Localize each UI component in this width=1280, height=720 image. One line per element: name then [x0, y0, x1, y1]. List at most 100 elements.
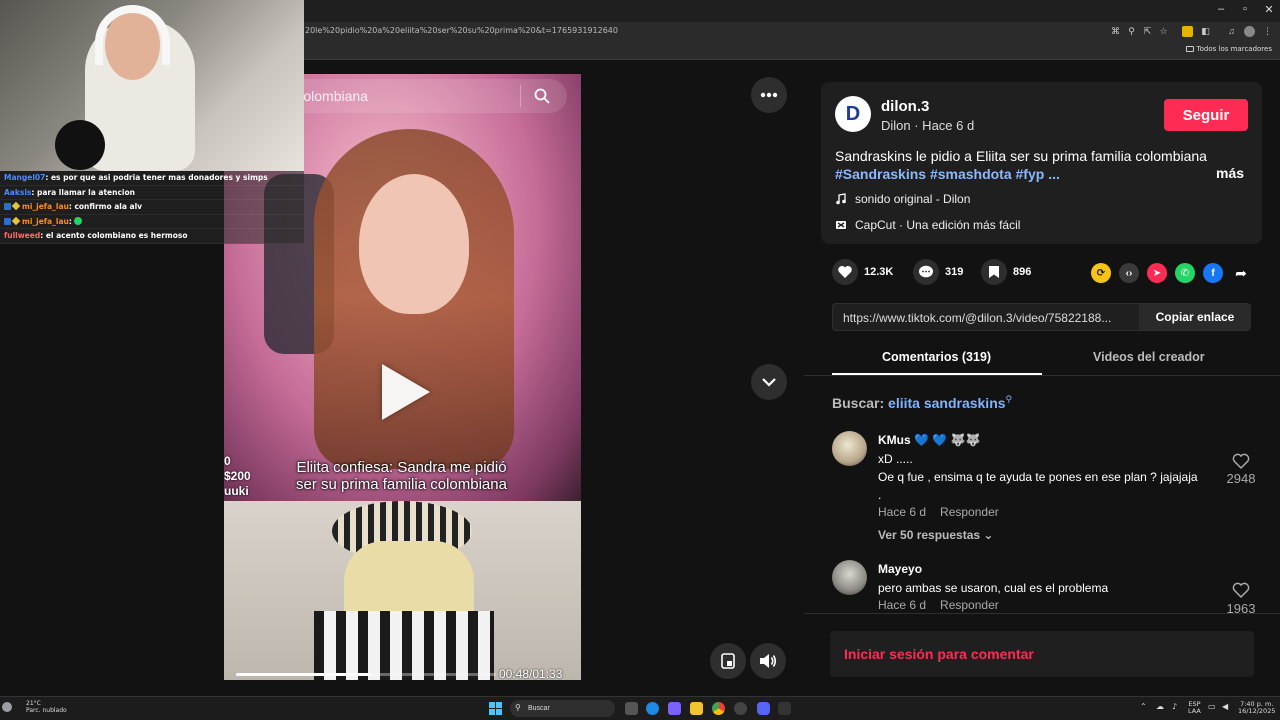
embed-code-icon[interactable]: ‹›	[1119, 263, 1139, 283]
comment-time: Hace 6 d	[878, 505, 927, 519]
screen: – ▫ ✕ 20le%20pidio%20a%20eliita%20ser%20…	[0, 0, 1280, 720]
comment-search-suggestion[interactable]: Buscar: eliita sandraskins⚲	[832, 394, 1012, 411]
commenter-name[interactable]: Mayeyo	[878, 562, 922, 576]
translate-icon[interactable]: ⌘	[1110, 26, 1121, 37]
comment-heart-icon[interactable]	[1232, 581, 1250, 599]
reply-button[interactable]: Responder	[940, 505, 999, 519]
profile-avatar-icon[interactable]	[1244, 26, 1255, 37]
divider	[804, 613, 1280, 614]
app-icon[interactable]	[778, 702, 791, 715]
all-bookmarks-folder[interactable]: Todos los marcadores	[1185, 45, 1272, 53]
search-icon[interactable]	[534, 88, 550, 104]
share-arrow-icon[interactable]: ➦	[1231, 263, 1251, 283]
temperature: 21°C	[26, 700, 41, 707]
comment-like-count: 2948	[1226, 471, 1256, 486]
media-icon[interactable]: ♫	[1226, 26, 1237, 37]
tray-chevron-icon[interactable]: ⌃	[1140, 703, 1147, 711]
weather-widget[interactable]: 21°C Parc. nublado	[26, 700, 67, 714]
login-to-comment-link[interactable]: Iniciar sesión para comentar	[844, 646, 1034, 662]
search-query-link[interactable]: eliita sandraskins	[888, 395, 1006, 411]
floating-player-icon	[721, 653, 735, 669]
chat-username: mi_jefa_lau	[22, 202, 69, 211]
view-replies-button[interactable]: Ver 50 respuestas ⌄	[878, 528, 993, 542]
video-caption: Eliita confiesa: Sandra me pidió ser su …	[296, 459, 507, 493]
chevron-down-icon: ⌄	[983, 528, 994, 542]
clock[interactable]: 7:40 p. m. 16/12/2025	[1238, 701, 1275, 715]
chat-message: mi_jefa_lau: confirmo ala alv	[0, 200, 304, 215]
extensions-puzzle-icon[interactable]: ◧	[1200, 26, 1211, 37]
sound-row[interactable]: sonido original - Dilon	[835, 192, 970, 206]
weather-text: Parc. nublado	[26, 707, 67, 714]
volume-button[interactable]	[750, 643, 786, 679]
extension-icon[interactable]	[1182, 26, 1193, 37]
pip-button[interactable]	[710, 643, 746, 679]
comment-action[interactable]: 319	[913, 259, 963, 285]
copy-link-button[interactable]: Copiar enlace	[1139, 304, 1251, 330]
action-bar: 12.3K 319 896 ⟳ ‹› ➤ ✆ f ➦	[832, 259, 1252, 289]
network-icon[interactable]: ▭	[1208, 703, 1216, 711]
more-button[interactable]: más	[1216, 165, 1244, 181]
music-note-icon	[836, 193, 846, 205]
file-explorer-icon[interactable]	[690, 702, 703, 715]
save-count: 896	[1013, 266, 1032, 278]
maximize-button[interactable]: ▫	[1234, 3, 1256, 15]
whatsapp-icon[interactable]: ✆	[1175, 263, 1195, 283]
clock-date: 16/12/2025	[1238, 707, 1276, 715]
video-progress-bar[interactable]	[236, 673, 496, 676]
subscriber-badge-icon	[4, 203, 11, 210]
minimize-button[interactable]: –	[1210, 3, 1232, 15]
like-action[interactable]: 12.3K	[832, 259, 893, 285]
obs-icon[interactable]	[734, 702, 747, 715]
mic-icon[interactable]: ♪	[1172, 703, 1177, 711]
reply-button[interactable]: Responder	[940, 598, 999, 612]
tab-creator-videos[interactable]: Videos del creador	[1093, 350, 1205, 364]
commenter-name[interactable]: KMus 💙 💙 🐺🐺	[878, 433, 980, 447]
video-link-text[interactable]: https://www.tiktok.com/@dilon.3/video/75…	[843, 311, 1137, 325]
volume-tray-icon[interactable]: ◀	[1222, 703, 1228, 711]
send-to-friends-icon[interactable]: ➤	[1147, 263, 1167, 283]
browser-menu-icon[interactable]: ⋮	[1262, 26, 1273, 37]
chrome-icon[interactable]	[712, 702, 725, 715]
view-replies-label: Ver 50 respuestas	[878, 528, 981, 542]
avatar-letter: D	[845, 102, 861, 125]
comment-heart-icon[interactable]	[1232, 452, 1250, 470]
tab-comments[interactable]: Comentarios (319)	[882, 350, 991, 364]
search-icon: ⚲	[1005, 394, 1013, 404]
zoom-icon[interactable]: ⚲	[1126, 26, 1137, 37]
close-window-button[interactable]: ✕	[1258, 3, 1280, 16]
creator-avatar[interactable]: D	[835, 96, 871, 132]
follow-button[interactable]: Seguir	[1164, 99, 1248, 131]
commenter-avatar[interactable]	[832, 560, 867, 595]
taskbar-search[interactable]: ⚲ Buscar	[510, 700, 615, 717]
capcut-row[interactable]: CapCut · Una edición más fácil	[835, 218, 1020, 232]
panel-tabs: Comentarios (319) Videos del creador	[804, 341, 1280, 376]
overlay-line: $200	[224, 469, 251, 483]
comment-item: Mayeyo pero ambas se usaron, cual es el …	[832, 560, 1262, 620]
creator-username[interactable]: dilon.3	[881, 98, 929, 115]
comment-line: .	[878, 488, 882, 502]
next-video-button[interactable]	[751, 364, 787, 400]
share-page-icon[interactable]: ⇱	[1142, 26, 1153, 37]
comment-text: pero ambas se usaron, cual es el problem…	[878, 579, 1218, 597]
url-text[interactable]: 20le%20pidio%20a%20eliita%20ser%20su%20p…	[305, 26, 1105, 35]
save-action[interactable]: 896	[981, 259, 1031, 285]
language-indicator[interactable]: ESP LAA	[1188, 701, 1201, 715]
login-to-comment-box[interactable]: Iniciar sesión para comentar	[830, 631, 1254, 677]
more-options-button[interactable]	[751, 77, 787, 113]
video-progress-fill	[236, 673, 372, 676]
copilot-icon[interactable]	[668, 702, 681, 715]
edge-icon[interactable]	[646, 702, 659, 715]
bookmark-star-icon[interactable]: ☆	[1158, 26, 1169, 37]
bookmark-icon	[989, 266, 999, 278]
task-view-icon[interactable]	[625, 702, 638, 715]
repost-share-icon[interactable]: ⟳	[1091, 263, 1111, 283]
hashtags[interactable]: #Sandraskins #smashdota #fyp ...	[835, 165, 1235, 183]
play-icon[interactable]	[382, 364, 430, 420]
facebook-icon[interactable]: f	[1203, 263, 1223, 283]
search-icon: ⚲	[515, 703, 521, 712]
cloud-icon[interactable]: ☁	[1156, 703, 1164, 711]
commenter-avatar[interactable]	[832, 431, 867, 466]
windows-start-icon[interactable]	[489, 702, 502, 715]
discord-icon[interactable]	[757, 702, 770, 715]
sound-label: sonido original - Dilon	[855, 192, 971, 206]
